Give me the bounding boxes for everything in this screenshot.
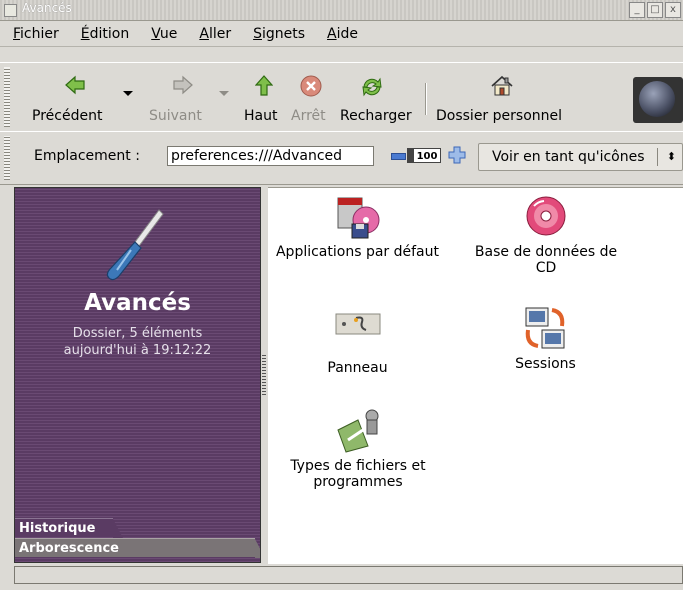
zoom-in-button[interactable] <box>448 146 466 164</box>
cd-database-icon <box>526 196 565 236</box>
item-label: Applications par défaut <box>275 244 439 260</box>
pane-splitter-handle[interactable] <box>262 353 266 395</box>
zoom-out-button[interactable] <box>391 153 406 160</box>
up-label: Haut <box>244 108 278 124</box>
icon-view: Applications par défaut Base de données … <box>268 187 683 564</box>
location-label: Emplacement : <box>34 148 140 164</box>
forward-history-dropdown[interactable] <box>219 91 229 96</box>
reload-icon <box>362 77 382 97</box>
zoom-level[interactable]: 100 <box>407 148 441 163</box>
home-label: Dossier personnel <box>436 108 563 124</box>
back-label: Précédent <box>32 108 103 124</box>
menu-fichier[interactable]: Fichier <box>13 26 59 42</box>
home-icon <box>491 75 513 96</box>
up-arrow-icon <box>255 75 273 96</box>
window-title: Avancés <box>22 1 72 15</box>
locationbar-handle[interactable] <box>4 136 10 180</box>
minimize-button[interactable]: _ <box>629 2 645 18</box>
reload-label: Recharger <box>340 108 412 124</box>
item-default-applications[interactable]: Applications par défaut <box>270 192 445 260</box>
stop-icon <box>300 75 322 97</box>
location-input[interactable]: preferences:///Advanced <box>167 146 374 166</box>
toolbar-handle[interactable] <box>4 67 10 127</box>
item-file-types[interactable]: Types de fichiers et programmes <box>270 406 445 490</box>
toolbar-separator <box>425 83 427 115</box>
tab-history[interactable]: Historique <box>15 518 123 538</box>
menu-bar: Fichier Édition Vue Aller Signets Aide <box>0 21 683 47</box>
toolbar: Précédent Suivant Haut Arrêt Recharger D… <box>0 62 683 132</box>
file-types-icon <box>336 409 378 453</box>
throbber-orb-icon <box>639 81 675 117</box>
folder-info-date: aujourd'hui à 19:12:22 <box>63 343 212 358</box>
panel-icon <box>335 313 380 335</box>
item-label: Base de données de CD <box>474 244 618 276</box>
back-button[interactable]: Précédent <box>30 63 120 129</box>
item-panel[interactable]: Panneau <box>270 306 445 376</box>
maximize-button[interactable]: □ <box>647 2 663 18</box>
item-cd-database[interactable]: Base de données de CD <box>458 192 633 276</box>
view-as-label: Voir en tant qu'icônes <box>492 149 645 165</box>
back-arrow-icon <box>65 75 85 95</box>
folder-info-count: Dossier, 5 éléments <box>72 326 203 341</box>
back-history-dropdown[interactable] <box>123 91 133 96</box>
up-button[interactable]: Haut <box>240 63 282 129</box>
menu-edition[interactable]: Édition <box>81 26 129 42</box>
close-button[interactable]: x <box>665 2 681 18</box>
view-as-separator <box>657 148 658 166</box>
menu-aide[interactable]: Aide <box>327 26 358 42</box>
menu-signets[interactable]: Signets <box>253 26 305 42</box>
stop-button[interactable]: Arrêt <box>289 63 331 129</box>
side-pane: Avancés Dossier, 5 éléments aujourd'hui … <box>14 187 261 563</box>
forward-button[interactable]: Suivant <box>145 63 215 129</box>
sessions-icon <box>525 307 564 349</box>
home-button[interactable]: Dossier personnel <box>436 63 566 129</box>
item-label: Panneau <box>327 360 388 376</box>
location-bar: Emplacement : preferences:///Advanced 10… <box>0 131 683 185</box>
reload-button[interactable]: Recharger <box>340 63 420 129</box>
folder-title: Avancés <box>84 290 191 316</box>
activity-throbber <box>633 77 683 123</box>
status-bar <box>14 566 683 584</box>
window-titlebar[interactable]: Avancés _ □ x <box>0 0 683 21</box>
tab-tree[interactable]: Arborescence <box>15 538 260 558</box>
item-label: Types de fichiers et programmes <box>290 458 426 490</box>
menu-vue[interactable]: Vue <box>151 26 177 42</box>
item-sessions[interactable]: Sessions <box>458 304 633 372</box>
window-menu-icon[interactable] <box>4 4 17 17</box>
item-label: Sessions <box>515 356 576 372</box>
forward-arrow-icon <box>173 75 193 95</box>
default-applications-icon <box>337 197 379 239</box>
screwdriver-icon <box>106 209 164 281</box>
view-as-select[interactable]: Voir en tant qu'icônes ⬍ <box>478 143 683 171</box>
forward-label: Suivant <box>149 108 202 124</box>
updown-arrows-icon: ⬍ <box>666 150 676 163</box>
stop-label: Arrêt <box>291 108 326 124</box>
menu-aller[interactable]: Aller <box>199 26 231 42</box>
